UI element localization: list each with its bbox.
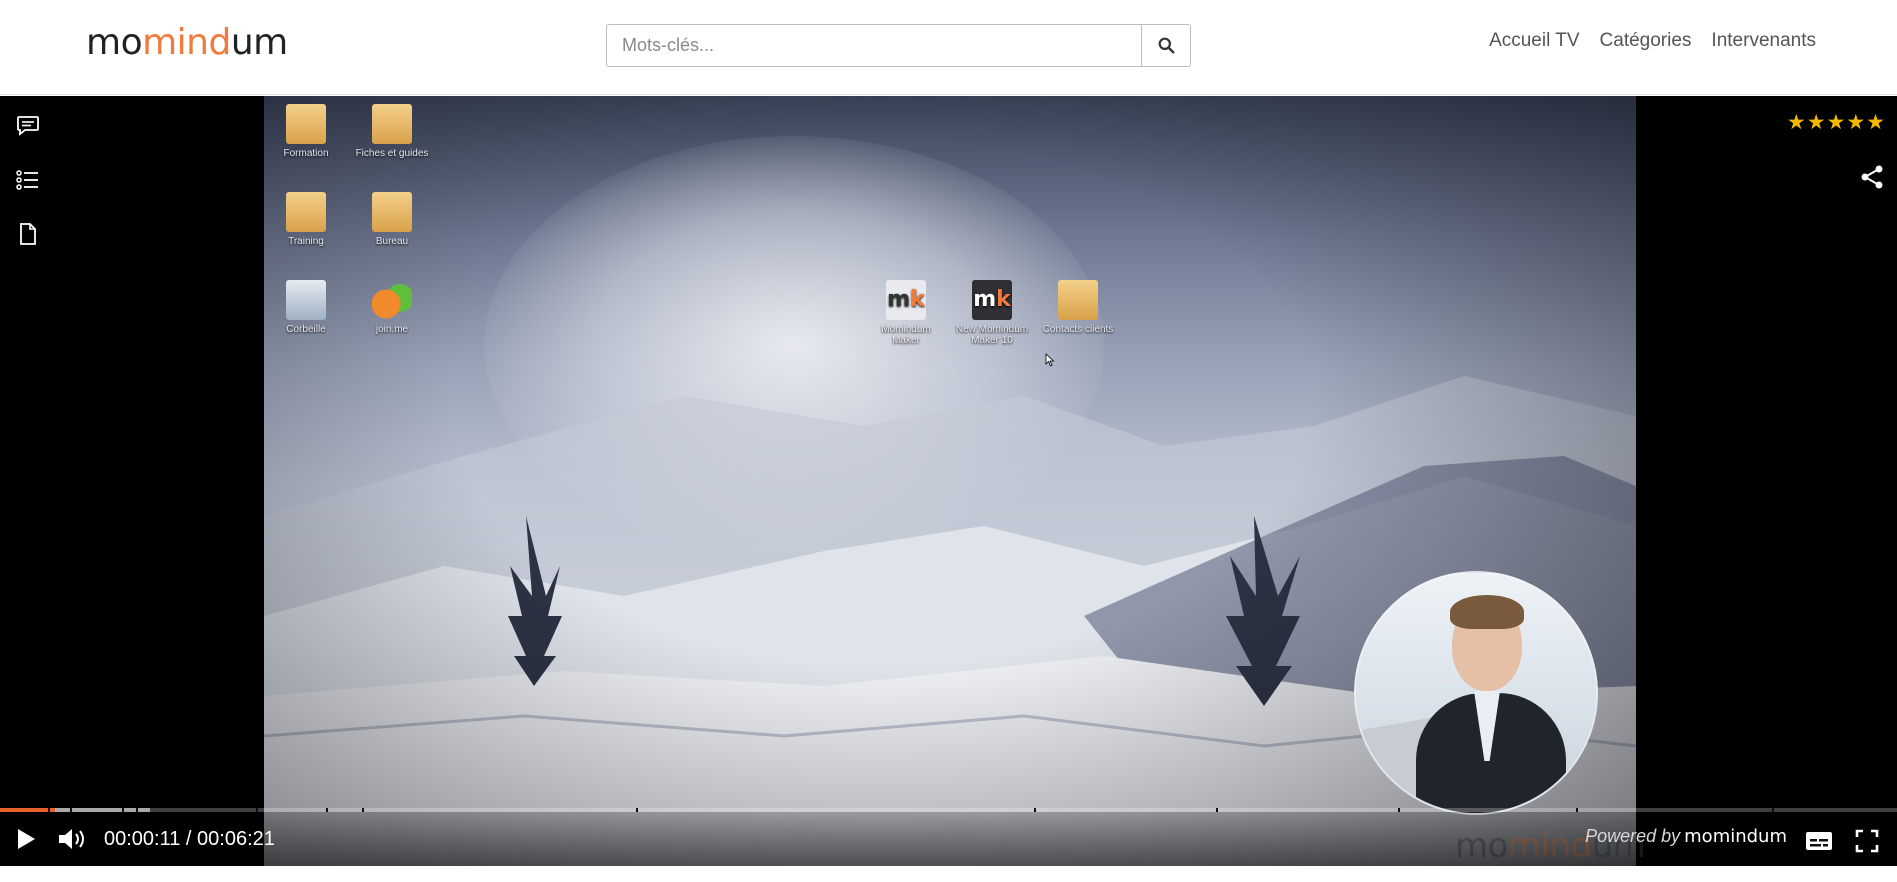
document-icon [20, 223, 36, 245]
desktop-icon-label: join.me [375, 324, 409, 335]
desktop-icon-fiches[interactable]: Fiches et guides [352, 104, 432, 159]
desktop-icon-label: Contacts clients [1042, 324, 1114, 335]
side-toolbar [14, 110, 42, 250]
desktop-icon-label: Fiches et guides [355, 148, 429, 159]
desktop-icon-label: Formation [283, 148, 329, 159]
desktop-icon-label: Bureau [375, 236, 409, 247]
star-icon[interactable]: ★ [1866, 112, 1885, 133]
nav-intervenants[interactable]: Intervenants [1711, 30, 1816, 52]
powered-by-label: Powered by [1585, 826, 1681, 846]
fullscreen-icon [1855, 829, 1879, 853]
share-button[interactable] [1859, 164, 1885, 190]
powered-by-brand: momindum [1684, 826, 1787, 847]
folder-icon [372, 104, 412, 144]
logo-text-end: um [230, 21, 288, 63]
subtitles-icon [1806, 832, 1832, 850]
joinme-icon [372, 280, 412, 320]
desktop-icon-label: New Momindum Maker 10 [955, 324, 1029, 346]
comments-button[interactable] [14, 110, 42, 142]
desktop-icon-corbeille[interactable]: Corbeille [266, 280, 346, 335]
momindum-logo[interactable]: mo mind um [86, 20, 288, 64]
chapters-button[interactable] [14, 164, 42, 196]
mk-icon: mk [886, 280, 926, 320]
star-icon[interactable]: ★ [1827, 112, 1846, 133]
rating-stars[interactable]: ★ ★ ★ ★ ★ [1787, 112, 1885, 133]
folder-icon [1058, 280, 1098, 320]
list-icon [16, 170, 38, 190]
mk-icon: mk [972, 280, 1012, 320]
search-input[interactable] [606, 24, 1141, 67]
recycle-bin-icon [286, 280, 326, 320]
logo-text-accent: mind [142, 21, 231, 63]
presenter-hair [1450, 595, 1524, 629]
star-icon[interactable]: ★ [1787, 112, 1806, 133]
comment-icon [17, 116, 39, 136]
mouse-cursor-icon [1045, 353, 1055, 367]
presenter-webcam [1354, 571, 1598, 815]
desktop-icon-momindum-maker[interactable]: mk Momindum Maker [866, 280, 946, 346]
play-button[interactable] [6, 819, 46, 859]
desktop-icon-bureau[interactable]: Bureau [352, 192, 432, 247]
folder-icon [372, 192, 412, 232]
star-icon[interactable]: ★ [1846, 112, 1865, 133]
search-bar [606, 24, 1191, 67]
search-button[interactable] [1141, 24, 1191, 67]
logo-text-start: mo [86, 21, 143, 63]
main-nav: Accueil TV Catégories Intervenants [1489, 30, 1816, 52]
search-icon [1158, 37, 1174, 54]
share-icon [1861, 165, 1883, 189]
play-icon [18, 829, 35, 849]
desktop-icon-contacts[interactable]: Contacts clients [1038, 280, 1118, 335]
desktop-icon-joinme[interactable]: join.me [352, 280, 432, 335]
desktop-icon-label: Corbeille [286, 324, 326, 335]
total-time: 00:06:21 [197, 827, 275, 850]
volume-button[interactable] [52, 819, 92, 859]
desktop-icon-new-momindum-maker[interactable]: mk New Momindum Maker 10 [952, 280, 1032, 346]
desktop-icon-label: Training [288, 236, 324, 247]
site-header: momindum Accueil TV Catégories Intervena… [0, 0, 1897, 95]
time-display: 00:00:11 / 00:06:21 [104, 827, 275, 850]
powered-by[interactable]: Powered by momindum [1585, 826, 1787, 847]
video-player: Formation Fiches et guides Training Bure… [0, 96, 1897, 866]
volume-icon [59, 829, 84, 849]
folder-icon [286, 192, 326, 232]
current-time: 00:00:11 [104, 827, 181, 850]
folder-icon [286, 104, 326, 144]
nav-categories[interactable]: Catégories [1600, 30, 1692, 52]
nav-accueil-tv[interactable]: Accueil TV [1489, 30, 1579, 52]
video-frame[interactable]: Formation Fiches et guides Training Bure… [264, 96, 1636, 866]
player-controls: 00:00:11 / 00:06:21 Powered by momindum [0, 812, 1897, 866]
desktop-icon-formation[interactable]: Formation [266, 104, 346, 159]
desktop-icon-label: Momindum Maker [881, 324, 931, 346]
fullscreen-button[interactable] [1847, 821, 1887, 861]
page-bottom [0, 866, 1897, 882]
desktop-icon-training[interactable]: Training [266, 192, 346, 247]
star-icon[interactable]: ★ [1807, 112, 1826, 133]
documents-button[interactable] [14, 218, 42, 250]
subtitles-button[interactable] [1799, 821, 1839, 861]
